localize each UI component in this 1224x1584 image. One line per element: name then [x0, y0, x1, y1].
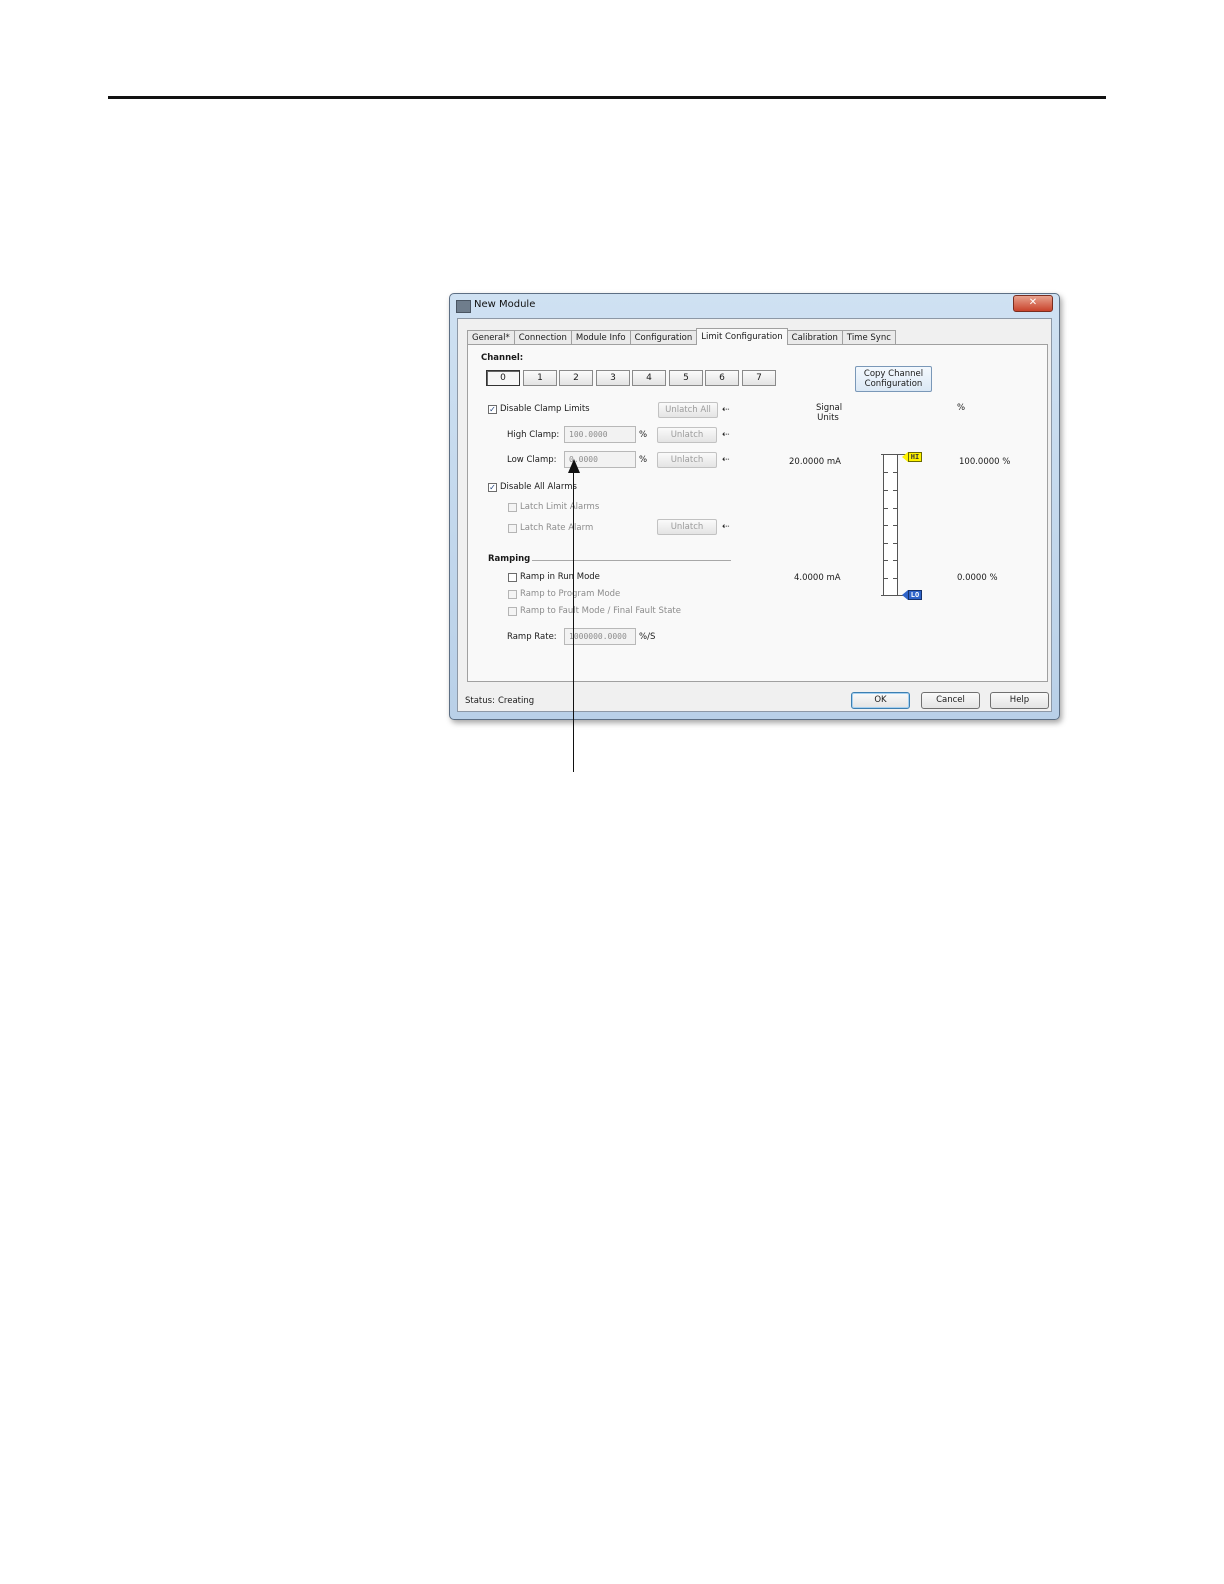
tab-configuration[interactable]: Configuration: [629, 330, 698, 345]
help-button[interactable]: Help: [990, 692, 1049, 709]
bar-tick: [884, 543, 888, 544]
ramp-in-run-mode-checkbox[interactable]: [508, 573, 517, 582]
bar-tick: [893, 490, 897, 491]
tab-connection[interactable]: Connection: [513, 330, 572, 345]
high-clamp-arrow-icon: ⇠: [722, 430, 730, 440]
ramp-rate-label: Ramp Rate:: [507, 632, 557, 642]
bar-tick: [893, 508, 897, 509]
signal-units-line1: Signal: [816, 403, 843, 413]
signal-units-header: Signal Units: [816, 403, 843, 423]
ramp-rate-input[interactable]: 1000000.0000: [564, 628, 636, 645]
bar-tick: [893, 543, 897, 544]
channel-button-5[interactable]: 5: [669, 370, 703, 386]
channel-label: Channel:: [481, 353, 524, 363]
disable-clamp-limits-label: Disable Clamp Limits: [500, 404, 590, 414]
low-clamp-unlatch-button[interactable]: Unlatch: [657, 452, 717, 468]
ramp-rate-unit: %/S: [639, 632, 656, 642]
tab-time-sync[interactable]: Time Sync: [841, 330, 896, 345]
tab-limit-configuration[interactable]: Limit Configuration: [696, 328, 788, 345]
tab-calibration[interactable]: Calibration: [786, 330, 843, 345]
disable-all-alarms-label: Disable All Alarms: [500, 482, 577, 492]
tab-module-info[interactable]: Module Info: [570, 330, 631, 345]
low-clamp-arrow-icon: ⇠: [722, 455, 730, 465]
low-signal-value: 4.0000 mA: [794, 573, 841, 583]
bar-tick: [893, 472, 897, 473]
disable-all-alarms-checkbox[interactable]: ✓: [488, 483, 497, 492]
ramping-heading: Ramping: [488, 554, 531, 564]
channel-button-1[interactable]: 1: [523, 370, 557, 386]
copy-button-line1: Copy Channel: [863, 369, 924, 379]
high-signal-value: 20.0000 mA: [789, 457, 841, 467]
low-percent-value: 0.0000 %: [957, 573, 998, 583]
bar-tick: [884, 578, 888, 579]
ramp-to-program-mode-label: Ramp to Program Mode: [520, 589, 621, 599]
channel-button-2[interactable]: 2: [559, 370, 593, 386]
low-clamp-label: Low Clamp:: [507, 455, 557, 465]
copy-button-line2: Configuration: [864, 379, 923, 389]
new-module-dialog: New Module ✕ General* Connection Module …: [449, 293, 1060, 720]
channel-button-7[interactable]: 7: [742, 370, 776, 386]
high-clamp-unlatch-button[interactable]: Unlatch: [657, 427, 717, 443]
bar-tick: [884, 525, 888, 526]
ramp-to-fault-mode-label: Ramp to Fault Mode / Final Fault State: [520, 606, 681, 616]
cancel-button[interactable]: Cancel: [921, 692, 980, 709]
channel-button-6[interactable]: 6: [705, 370, 739, 386]
bar-tick: [884, 490, 888, 491]
tab-general[interactable]: General*: [467, 330, 515, 345]
callout-arrowhead: [568, 459, 580, 473]
copy-channel-configuration-button[interactable]: Copy Channel Configuration: [855, 366, 932, 392]
bar-tick: [893, 578, 897, 579]
page-header-rule: [108, 96, 1106, 99]
unlatch-all-arrow-icon: ⇠: [722, 405, 730, 415]
high-clamp-label: High Clamp:: [507, 430, 560, 440]
latch-limit-alarms-checkbox[interactable]: [508, 503, 517, 512]
ramping-separator: [532, 560, 731, 561]
channel-button-4[interactable]: 4: [632, 370, 666, 386]
title-bar[interactable]: New Module ✕: [450, 294, 1059, 318]
high-percent-value: 100.0000 %: [959, 457, 1011, 467]
low-clamp-unit: %: [639, 455, 648, 465]
bar-tick: [884, 508, 888, 509]
status-value: Creating: [498, 696, 535, 706]
ramp-to-fault-mode-checkbox[interactable]: [508, 607, 517, 616]
dialog-client-area: General* Connection Module Info Configur…: [457, 318, 1052, 712]
lo-limit-flag[interactable]: LO: [908, 590, 922, 600]
limit-configuration-panel: Channel: 0 1 2 3 4 5 6 7 Copy Channel Co…: [467, 344, 1048, 682]
window-title: New Module: [474, 299, 536, 310]
signal-units-line2: Units: [817, 413, 839, 423]
hi-limit-flag[interactable]: HI: [908, 452, 922, 462]
channel-button-0[interactable]: 0: [486, 370, 520, 386]
rate-alarm-unlatch-button[interactable]: Unlatch: [657, 519, 717, 535]
latch-limit-alarms-label: Latch Limit Alarms: [520, 502, 600, 512]
status-label: Status:: [465, 696, 495, 706]
unlatch-all-button[interactable]: Unlatch All: [658, 402, 718, 418]
latch-rate-alarm-checkbox[interactable]: [508, 524, 517, 533]
ramp-in-run-mode-label: Ramp in Run Mode: [520, 572, 600, 582]
tab-strip: General* Connection Module Info Configur…: [467, 328, 896, 345]
callout-line: [573, 470, 574, 772]
range-bar-graph: [883, 454, 898, 596]
app-icon: [456, 300, 471, 313]
bar-tick: [893, 560, 897, 561]
rate-alarm-arrow-icon: ⇠: [722, 522, 730, 532]
latch-rate-alarm-label: Latch Rate Alarm: [520, 523, 594, 533]
high-clamp-input[interactable]: 100.0000: [564, 426, 636, 443]
channel-button-3[interactable]: 3: [596, 370, 630, 386]
percent-header: %: [957, 403, 966, 413]
close-button[interactable]: ✕: [1013, 295, 1053, 312]
high-clamp-unit: %: [639, 430, 648, 440]
disable-clamp-limits-checkbox[interactable]: ✓: [488, 405, 497, 414]
bar-tick: [884, 472, 888, 473]
ok-button[interactable]: OK: [851, 692, 910, 709]
ramp-to-program-mode-checkbox[interactable]: [508, 590, 517, 599]
bar-tick: [884, 560, 888, 561]
bar-tick: [893, 525, 897, 526]
